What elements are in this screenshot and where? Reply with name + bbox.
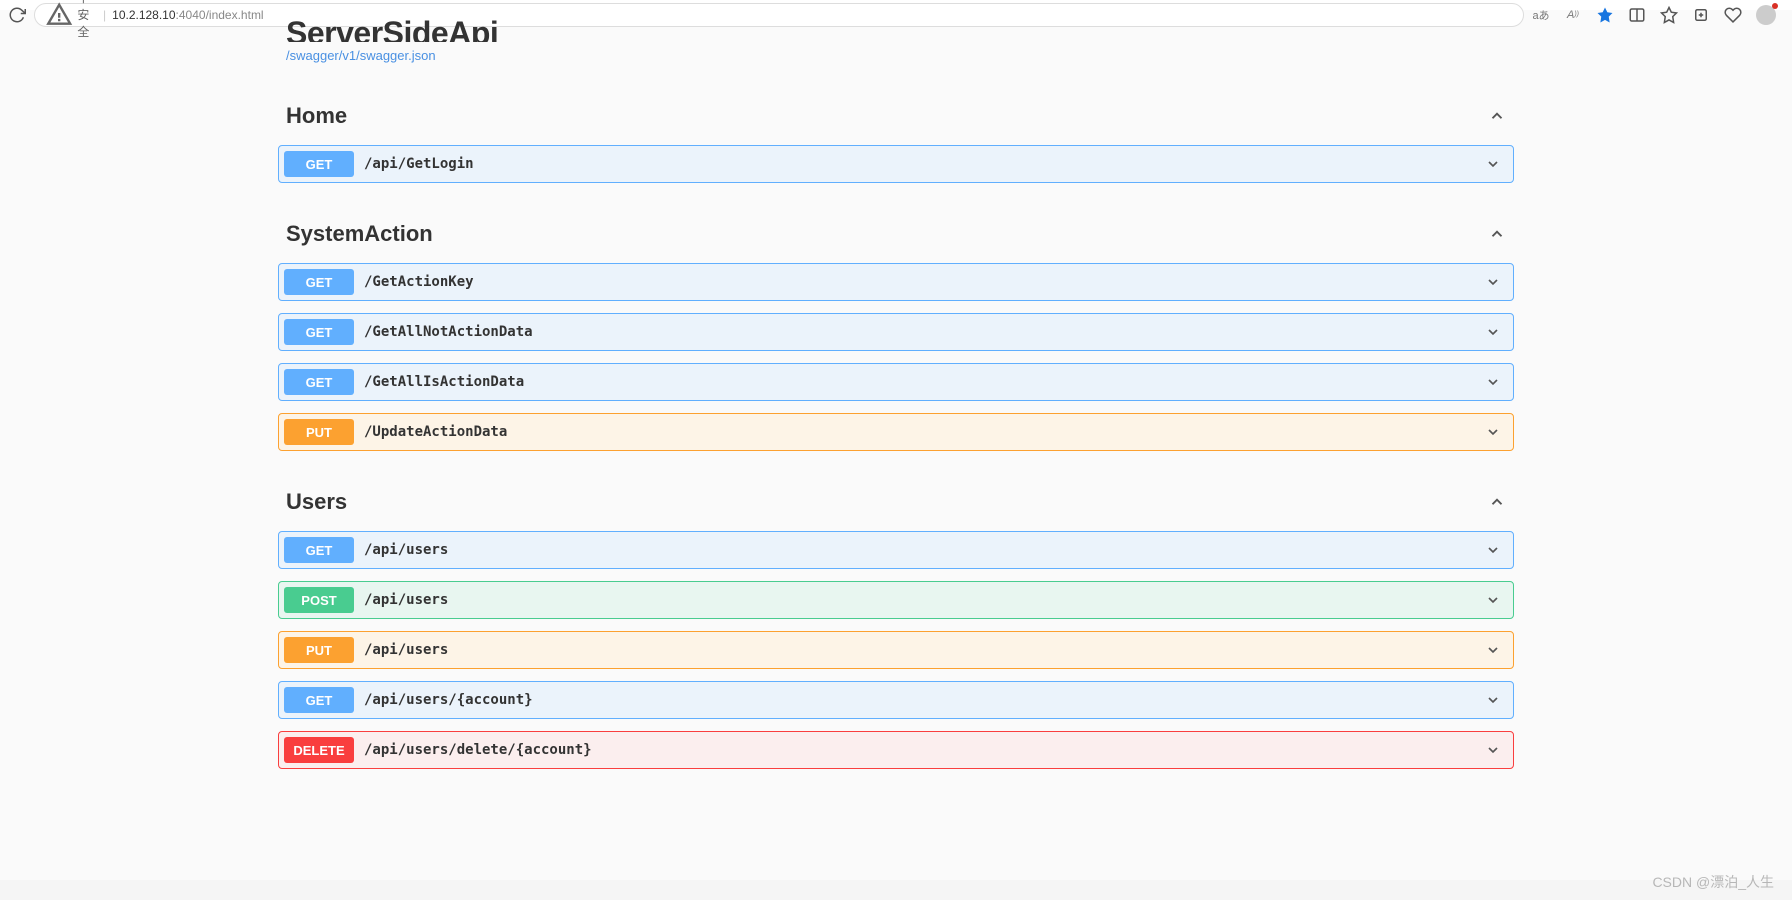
method-badge: GET [284, 369, 354, 395]
operation-row[interactable]: GET/api/users [278, 531, 1514, 569]
insecure-warning: 不安全 [45, 0, 97, 40]
chevron-down-icon [1485, 742, 1501, 758]
operation-path: /api/users [364, 542, 448, 558]
chevron-down-icon [1485, 592, 1501, 608]
section-title: Home [286, 103, 347, 129]
chevron-up-icon [1488, 107, 1506, 125]
method-badge: POST [284, 587, 354, 613]
operation-row[interactable]: PUT/api/users [278, 631, 1514, 669]
operation-row[interactable]: GET/GetAllIsActionData [278, 363, 1514, 401]
method-badge: GET [284, 537, 354, 563]
chevron-down-icon [1485, 156, 1501, 172]
insecure-label: 不安全 [77, 0, 97, 40]
operation-row[interactable]: GET/GetActionKey [278, 263, 1514, 301]
operation-path: /api/users [364, 642, 448, 658]
section-systemaction: SystemActionGET/GetActionKeyGET/GetAllNo… [278, 221, 1514, 451]
operation-row[interactable]: GET/GetAllNotActionData [278, 313, 1514, 351]
operation-row[interactable]: GET/api/users/{account} [278, 681, 1514, 719]
operation-path: /GetActionKey [364, 274, 474, 290]
section-home: Home GET/api/GetLogin [278, 103, 1514, 183]
operation-path: /api/users/delete/{account} [364, 742, 592, 758]
method-badge: DELETE [284, 737, 354, 763]
method-badge: PUT [284, 419, 354, 445]
method-badge: GET [284, 319, 354, 345]
operation-row[interactable]: GET/api/GetLogin [278, 145, 1514, 183]
section-header[interactable]: Home [278, 103, 1514, 133]
split-screen-icon[interactable] [1628, 6, 1646, 24]
chevron-down-icon [1485, 324, 1501, 340]
method-badge: GET [284, 269, 354, 295]
method-badge: GET [284, 151, 354, 177]
operation-path: /GetAllNotActionData [364, 324, 533, 340]
section-header[interactable]: SystemAction [278, 221, 1514, 251]
chevron-down-icon [1485, 424, 1501, 440]
address-input[interactable]: 不安全 | 10.2.128.10:4040/index.html [34, 3, 1524, 27]
browser-toolbar: aあ A)) [1532, 5, 1784, 25]
operation-row[interactable]: DELETE/api/users/delete/{account} [278, 731, 1514, 769]
collections-icon[interactable] [1692, 6, 1710, 24]
operation-path: /api/GetLogin [364, 156, 474, 172]
chevron-down-icon [1485, 542, 1501, 558]
chevron-down-icon [1485, 374, 1501, 390]
separator: | [103, 8, 106, 22]
performance-icon[interactable] [1724, 6, 1742, 24]
operation-path: /GetAllIsActionData [364, 374, 524, 390]
chevron-down-icon [1485, 692, 1501, 708]
chevron-down-icon [1485, 642, 1501, 658]
reload-icon[interactable] [8, 6, 26, 24]
section-title: SystemAction [286, 221, 433, 247]
operation-path: /UpdateActionData [364, 424, 507, 440]
favorites-list-icon[interactable] [1660, 6, 1678, 24]
page-content: ServerSideApi /swagger/v1/swagger.json H… [0, 10, 1792, 880]
profile-avatar[interactable] [1756, 5, 1776, 25]
read-aloud-icon[interactable]: A)) [1564, 6, 1582, 24]
operation-row[interactable]: PUT/UpdateActionData [278, 413, 1514, 451]
chevron-down-icon [1485, 274, 1501, 290]
chevron-up-icon [1488, 493, 1506, 511]
favorite-icon[interactable] [1596, 6, 1614, 24]
operation-row[interactable]: POST/api/users [278, 581, 1514, 619]
translate-icon[interactable]: aあ [1532, 6, 1550, 24]
operation-path: /api/users/{account} [364, 692, 533, 708]
url-text: 10.2.128.10:4040/index.html [112, 8, 263, 22]
section-header[interactable]: Users [278, 489, 1514, 519]
watermark: CSDN @漂泊_人生 [1652, 872, 1774, 892]
section-title: Users [286, 489, 347, 515]
section-users: UsersGET/api/usersPOST/api/usersPUT/api/… [278, 489, 1514, 769]
operation-path: /api/users [364, 592, 448, 608]
chevron-up-icon [1488, 225, 1506, 243]
swagger-json-link[interactable]: /swagger/v1/swagger.json [286, 48, 436, 63]
method-badge: GET [284, 687, 354, 713]
method-badge: PUT [284, 637, 354, 663]
